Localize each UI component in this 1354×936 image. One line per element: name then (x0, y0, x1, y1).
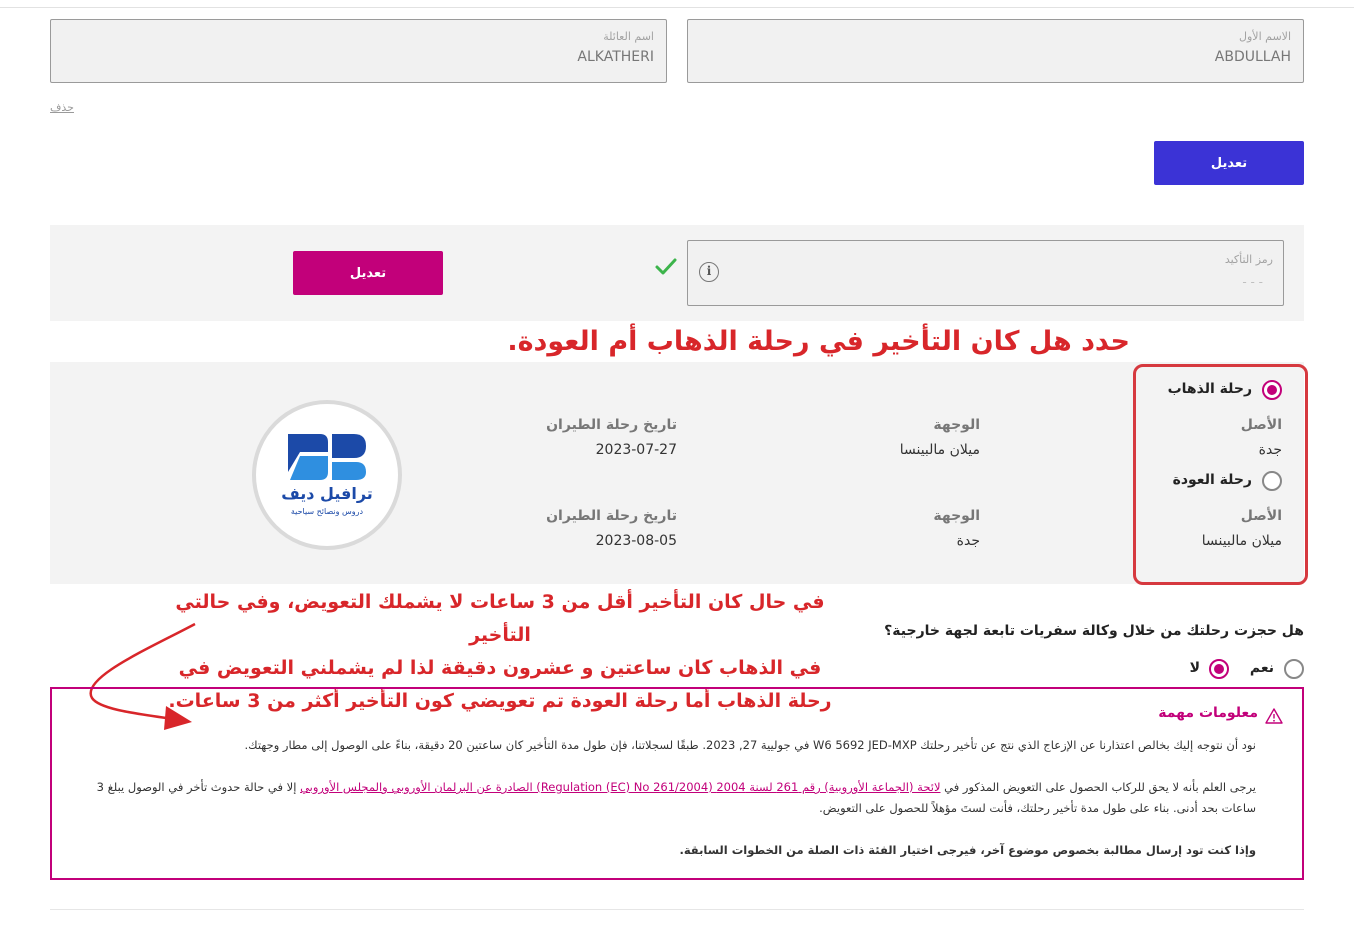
return-date-header: تاريخ رحلة الطيران (546, 508, 677, 524)
no-label: لا (1189, 660, 1200, 676)
logo-mark-icon (288, 434, 366, 480)
logo-name: ترافيل ديف (281, 484, 373, 503)
info-paragraph-3: وإذا كنت تود إرسال مطالبة بخصوص موضوع آخ… (679, 843, 1256, 857)
last-name-value: ALKATHERI (577, 49, 654, 65)
warning-icon (1265, 708, 1283, 724)
checkmark-icon (655, 258, 677, 275)
delete-link[interactable]: حذف (50, 101, 74, 114)
info-paragraph-1: نود أن نتوجه إليك بخالص اعتذارنا عن الإز… (244, 738, 1256, 752)
annotation-line: في الذهاب كان ساعتين و عشرون دقيقة لذا ل… (178, 657, 822, 679)
outbound-destination-value: ميلان مالبينسا (899, 442, 980, 458)
edit-passenger-button[interactable]: تعديل (1154, 141, 1304, 185)
outbound-destination-header: الوجهة (933, 417, 980, 433)
info-paragraph-2: يرجى العلم بأنه لا يحق للركاب الحصول على… (70, 777, 1256, 819)
travel-dave-logo (252, 400, 402, 550)
top-divider (0, 7, 1354, 8)
return-destination-value: جدة (956, 533, 980, 549)
first-name-field[interactable]: الاسم الأول ABDULLAH (687, 19, 1304, 83)
first-name-label: الاسم الأول (1239, 30, 1291, 43)
first-name-value: ABDULLAH (1214, 49, 1291, 65)
annotation-title: حدد هل كان التأخير في رحلة الذهاب أم الع… (507, 326, 1130, 357)
logo-tagline: دروس ونصائح سياحية (290, 507, 364, 516)
return-destination-header: الوجهة (933, 508, 980, 524)
no-radio[interactable] (1209, 659, 1229, 679)
yes-label: نعم (1249, 660, 1274, 676)
last-name-field[interactable]: اسم العائلة ALKATHERI (50, 19, 667, 83)
yes-radio[interactable] (1284, 659, 1304, 679)
agency-question: هل حجزت رحلتك من خلال وكالة سفريات تابعة… (884, 623, 1304, 639)
last-name-label: اسم العائلة (603, 30, 654, 43)
annotation-line: في حال كان التأخير أقل من 3 ساعات لا يشم… (175, 591, 825, 646)
regulation-link[interactable]: لائحة (الجماعة الأوروبية) رقم 261 لسنة 2… (300, 780, 940, 794)
flight-selection-highlight (1133, 364, 1308, 585)
info-title: معلومات مهمة (1158, 705, 1258, 721)
outbound-date-value: 2023-07-27 (595, 442, 677, 458)
info-p2-start: يرجى العلم بأنه لا يحق للركاب الحصول على… (940, 780, 1256, 794)
outbound-date-header: تاريخ رحلة الطيران (546, 417, 677, 433)
return-date-value: 2023-08-05 (595, 533, 677, 549)
confirmation-code-label: رمز التأكيد (1224, 253, 1273, 266)
confirmation-code-placeholder: - - - (1242, 275, 1263, 289)
confirmation-code-field[interactable]: رمز التأكيد - - - (687, 240, 1284, 306)
bottom-divider (50, 909, 1304, 910)
info-icon[interactable]: i (699, 262, 719, 282)
edit-confirmation-button[interactable]: تعديل (293, 251, 443, 295)
